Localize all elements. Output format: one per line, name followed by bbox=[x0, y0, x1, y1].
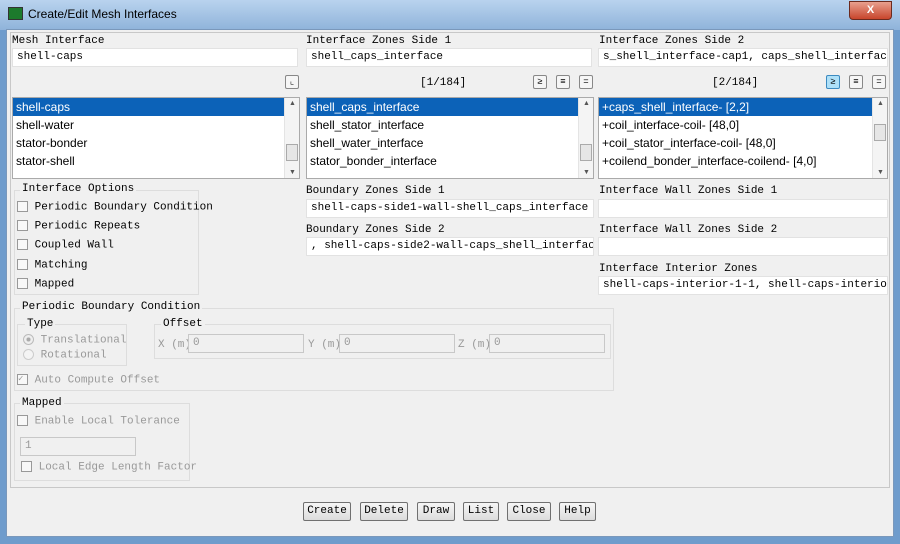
list-item[interactable]: shell_water_interface bbox=[307, 134, 593, 152]
list-icon[interactable]: ≡ bbox=[556, 75, 570, 89]
list-item[interactable]: +coil_interface-coil- [48,0] bbox=[599, 116, 887, 134]
x-offset-input[interactable]: 0 bbox=[188, 334, 304, 353]
radio-label: Translational bbox=[40, 334, 127, 347]
auto-compute-checkbox[interactable]: ✓ Auto Compute Offset bbox=[17, 374, 160, 386]
list-item[interactable]: shell_stator_interface bbox=[307, 116, 593, 134]
checkbox-label: Matching bbox=[34, 259, 88, 272]
list-item[interactable]: stator-shell bbox=[13, 152, 299, 170]
select-all-icon[interactable]: ≥ bbox=[826, 75, 840, 89]
list-item[interactable]: shell_caps_interface bbox=[307, 98, 593, 116]
list-item[interactable]: stator-bonder bbox=[13, 134, 299, 152]
z-label: Z (m) bbox=[458, 339, 492, 351]
checkbox-label: Periodic Boundary Condition bbox=[34, 201, 213, 214]
deselect-icon[interactable]: = bbox=[872, 75, 886, 89]
wall1-label: Interface Wall Zones Side 1 bbox=[599, 185, 778, 197]
list-button[interactable]: List bbox=[463, 502, 499, 521]
side2-count: [2/184] bbox=[712, 77, 759, 89]
x-label: X (m) bbox=[158, 339, 192, 351]
scrollbar[interactable]: ▲ ▼ bbox=[578, 98, 593, 178]
delete-button[interactable]: Delete bbox=[360, 502, 408, 521]
checkbox-label: Enable Local Tolerance bbox=[34, 415, 180, 428]
mesh-interface-input[interactable]: shell-caps bbox=[12, 48, 298, 67]
y-label: Y (m) bbox=[308, 339, 342, 351]
checkbox-label: Mapped bbox=[34, 278, 75, 291]
help-button[interactable]: Help bbox=[559, 502, 596, 521]
interior-label: Interface Interior Zones bbox=[599, 263, 758, 275]
list-item[interactable]: shell-water bbox=[13, 116, 299, 134]
side1-count: [1/184] bbox=[420, 77, 467, 89]
boundary1-input[interactable]: shell-caps-side1-wall-shell_caps_interfa… bbox=[306, 199, 594, 218]
edge-length-checkbox[interactable]: Local Edge Length Factor bbox=[21, 461, 197, 473]
close-button[interactable]: Close bbox=[507, 502, 551, 521]
interior-input[interactable]: shell-caps-interior-1-1, shell-caps-inte… bbox=[598, 276, 888, 295]
boundary2-input[interactable]: , shell-caps-side2-wall-caps_shell_inter… bbox=[306, 237, 594, 256]
mesh-interface-list[interactable]: shell-caps shell-water stator-bonder sta… bbox=[12, 97, 300, 179]
checkbox-label: Coupled Wall bbox=[34, 239, 114, 252]
periodic-repeats-checkbox[interactable]: Periodic Repeats bbox=[17, 220, 140, 232]
y-offset-input[interactable]: 0 bbox=[339, 334, 455, 353]
list-icon[interactable]: ≡ bbox=[849, 75, 863, 89]
select-all-icon[interactable]: ≥ bbox=[533, 75, 547, 89]
checkbox-label: Local Edge Length Factor bbox=[38, 461, 198, 474]
side2-input[interactable]: s_shell_interface-cap1, caps_shell_inter… bbox=[598, 48, 888, 67]
type-title: Type bbox=[25, 318, 56, 330]
wall2-label: Interface Wall Zones Side 2 bbox=[599, 224, 778, 236]
coupled-wall-checkbox[interactable]: Coupled Wall bbox=[17, 239, 114, 251]
wall1-input[interactable] bbox=[598, 199, 888, 218]
side1-list[interactable]: shell_caps_interface shell_stator_interf… bbox=[306, 97, 594, 179]
list-item[interactable]: +coilend_bonder_interface-coilend- [4,0] bbox=[599, 152, 887, 170]
mapped-checkbox[interactable]: Mapped bbox=[17, 278, 74, 290]
scrollbar[interactable]: ▲ ▼ bbox=[872, 98, 887, 178]
deselect-icon[interactable]: = bbox=[579, 75, 593, 89]
app-icon bbox=[8, 7, 23, 20]
scrollbar[interactable]: ▲ ▼ bbox=[284, 98, 299, 178]
side2-list[interactable]: +caps_shell_interface- [2,2] +coil_inter… bbox=[598, 97, 888, 179]
mapped-title: Mapped bbox=[20, 397, 64, 409]
wall2-input[interactable] bbox=[598, 237, 888, 256]
list-item[interactable]: +caps_shell_interface- [2,2] bbox=[599, 98, 887, 116]
boundary1-label: Boundary Zones Side 1 bbox=[306, 185, 445, 197]
offset-title: Offset bbox=[161, 318, 205, 330]
draw-button[interactable]: Draw bbox=[417, 502, 455, 521]
checkbox-label: Auto Compute Offset bbox=[34, 374, 161, 387]
create-button[interactable]: Create bbox=[303, 502, 351, 521]
list-item[interactable]: stator_bonder_interface bbox=[307, 152, 593, 170]
window-title: Create/Edit Mesh Interfaces bbox=[28, 7, 177, 21]
close-window-button[interactable]: X bbox=[849, 1, 892, 20]
deselect-all-icon[interactable]: ⌞ bbox=[285, 75, 299, 89]
tolerance-input[interactable]: 1 bbox=[20, 437, 136, 456]
periodic-boundary-checkbox[interactable]: Periodic Boundary Condition bbox=[17, 201, 213, 213]
list-item[interactable]: +coil_stator_interface-coil- [48,0] bbox=[599, 134, 887, 152]
boundary2-label: Boundary Zones Side 2 bbox=[306, 224, 445, 236]
radio-label: Rotational bbox=[40, 349, 107, 362]
mesh-interface-label: Mesh Interface bbox=[12, 35, 105, 47]
interface-options-title: Interface Options bbox=[20, 183, 137, 195]
list-item[interactable]: shell-caps bbox=[13, 98, 299, 116]
matching-checkbox[interactable]: Matching bbox=[17, 259, 87, 271]
translational-radio[interactable]: Translational bbox=[23, 334, 126, 346]
periodic-title: Periodic Boundary Condition bbox=[20, 301, 203, 313]
checkbox-label: Periodic Repeats bbox=[34, 220, 141, 233]
side1-input[interactable]: shell_caps_interface bbox=[306, 48, 592, 67]
side2-label: Interface Zones Side 2 bbox=[599, 35, 745, 47]
side1-label: Interface Zones Side 1 bbox=[306, 35, 452, 47]
rotational-radio[interactable]: Rotational bbox=[23, 349, 107, 361]
z-offset-input[interactable]: 0 bbox=[489, 334, 605, 353]
enable-tolerance-checkbox[interactable]: Enable Local Tolerance bbox=[17, 415, 180, 427]
